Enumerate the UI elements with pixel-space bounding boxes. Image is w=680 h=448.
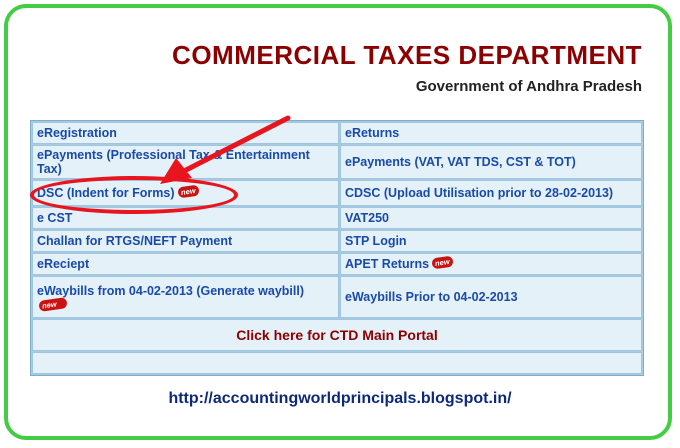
blog-url[interactable]: http://accountingworldprincipals.blogspo… [0, 390, 680, 408]
red-arrow-icon [160, 115, 291, 184]
